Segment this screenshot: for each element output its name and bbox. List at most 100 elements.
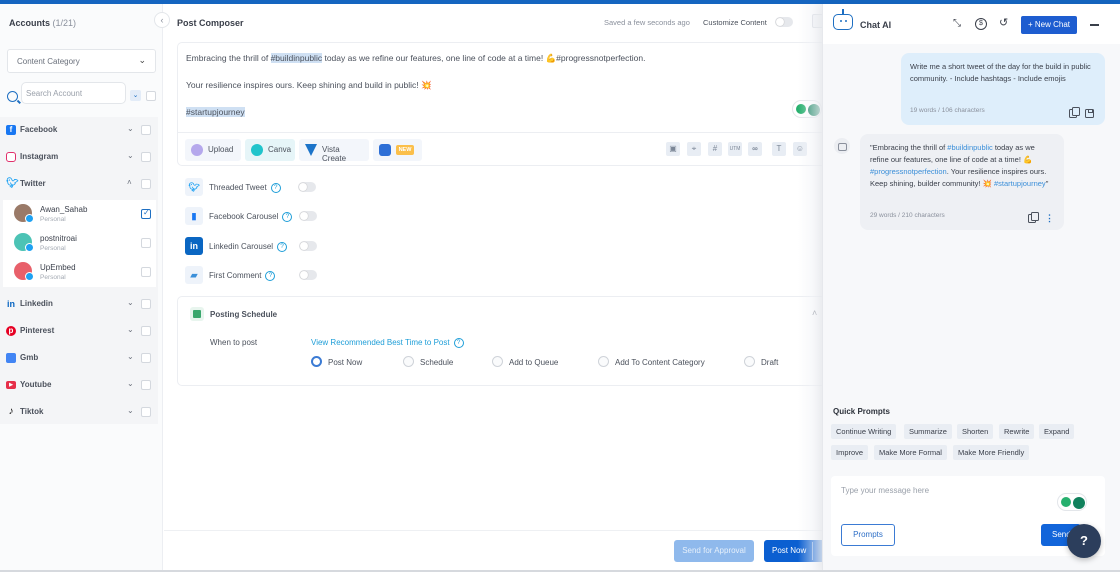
- save-icon[interactable]: [1085, 109, 1094, 118]
- platform-checkbox[interactable]: [141, 326, 151, 336]
- copy-icon[interactable]: [1069, 107, 1080, 118]
- help-icon[interactable]: ?: [277, 242, 288, 252]
- collapse-sidebar-button[interactable]: ‹: [154, 12, 170, 28]
- message-text: ": [1045, 179, 1049, 188]
- send-for-approval-button[interactable]: Send for Approval: [674, 540, 754, 562]
- help-icon[interactable]: ?: [282, 212, 293, 222]
- chevron-down-icon[interactable]: ⌄: [127, 298, 134, 307]
- search-account-input[interactable]: Search Account: [21, 82, 126, 104]
- platform-youtube[interactable]: ▶ Youtube ⌄: [0, 372, 158, 399]
- platform-checkbox[interactable]: [141, 407, 151, 417]
- upload-button[interactable]: Upload: [185, 139, 241, 161]
- first-comment-toggle[interactable]: [299, 270, 317, 280]
- customize-content-toggle[interactable]: [775, 17, 793, 27]
- quick-prompt-button[interactable]: Rewrite: [999, 424, 1035, 439]
- radio-indicator: [403, 356, 414, 367]
- canva-button[interactable]: Canva: [245, 139, 295, 161]
- chevron-up-icon[interactable]: ˄: [127, 178, 132, 187]
- chevron-down-icon[interactable]: ⌄: [127, 151, 134, 160]
- content-category-select[interactable]: Content Category ⌄: [7, 49, 156, 73]
- platform-checkbox[interactable]: [141, 152, 151, 162]
- accounts-count: (1/21): [52, 18, 77, 28]
- facebook-carousel-icon: ▮: [185, 207, 203, 225]
- chat-input[interactable]: Type your message here Prompts Send: [831, 476, 1105, 556]
- youtube-icon: ▶: [6, 381, 16, 389]
- account-name: Awan_Sahab: [40, 205, 88, 214]
- upload-cloud-icon: [191, 144, 203, 156]
- new-chat-button[interactable]: + New Chat: [1021, 16, 1077, 34]
- platform-tiktok[interactable]: ♪ Tiktok ⌄: [0, 399, 158, 426]
- copy-icon[interactable]: [1028, 212, 1039, 223]
- account-item[interactable]: postnitroai Personal: [3, 229, 156, 258]
- minimize-icon[interactable]: [1090, 24, 1099, 26]
- ai-generate-button[interactable]: NEW: [373, 139, 422, 161]
- help-icon[interactable]: ?: [270, 183, 281, 193]
- account-checkbox[interactable]: [141, 208, 151, 219]
- platform-pinterest[interactable]: p Pinterest ⌄: [0, 318, 158, 345]
- account-checkbox[interactable]: [141, 238, 151, 248]
- quick-prompt-button[interactable]: Improve: [831, 445, 869, 460]
- help-icon[interactable]: ?: [265, 271, 276, 281]
- hashtag-icon[interactable]: #: [708, 142, 722, 156]
- threaded-tweet-toggle[interactable]: [298, 182, 316, 192]
- quick-prompt-button[interactable]: Make More Formal: [874, 445, 947, 460]
- select-dropdown-icon[interactable]: ⌄: [130, 90, 141, 101]
- platform-instagram[interactable]: Instagram ⌄: [0, 144, 158, 171]
- account-item[interactable]: UpEmbed Personal: [3, 258, 156, 287]
- link-shortener-icon[interactable]: ∞: [748, 142, 762, 156]
- chevron-down-icon[interactable]: ⌄: [127, 406, 134, 415]
- linkedin-carousel-toggle[interactable]: [299, 241, 317, 251]
- chevron-down-icon[interactable]: ⌄: [127, 124, 134, 133]
- post-content-editor[interactable]: Embracing the thrill of #buildinpublic t…: [177, 42, 837, 132]
- help-icon[interactable]: ?: [453, 338, 464, 348]
- new-badge: NEW: [396, 145, 414, 155]
- platform-checkbox[interactable]: [141, 380, 151, 390]
- quick-prompt-button[interactable]: Shorten: [957, 424, 994, 439]
- location-icon[interactable]: ⌖: [687, 142, 701, 156]
- platform-checkbox[interactable]: [141, 179, 151, 189]
- chevron-down-icon[interactable]: ⌄: [127, 352, 134, 361]
- chat-ai-panel: Chat AI ⤡ $ ↺ + New Chat Write me a shor…: [822, 4, 1120, 572]
- platform-checkbox[interactable]: [141, 125, 151, 135]
- platform-gmb[interactable]: Gmb ⌄: [0, 345, 158, 372]
- help-button[interactable]: ?: [1067, 524, 1101, 558]
- platform-checkbox[interactable]: [141, 299, 151, 309]
- quick-prompt-button[interactable]: Continue Writing: [831, 424, 897, 439]
- recommended-time-link[interactable]: View Recommended Best Time to Post?: [311, 338, 464, 348]
- facebook-carousel-toggle[interactable]: [299, 211, 317, 221]
- platform-checkbox[interactable]: [141, 353, 151, 363]
- message-text: Write me a short tweet of the day for th…: [910, 62, 1091, 83]
- account-item[interactable]: Awan_Sahab Personal: [3, 200, 156, 229]
- expand-icon[interactable]: ⤡: [953, 18, 961, 29]
- history-icon[interactable]: ↺: [999, 16, 1008, 29]
- chat-title: Chat AI: [860, 20, 892, 30]
- twitter-badge-icon: [25, 243, 34, 252]
- vista-create-button[interactable]: Vista Create: [299, 139, 369, 163]
- platform-linkedin[interactable]: in Linkedin ⌄: [0, 291, 158, 318]
- chevron-down-icon: ⌄: [138, 55, 146, 65]
- radio-indicator: [744, 356, 755, 367]
- more-options-icon[interactable]: ⋮: [1045, 212, 1054, 224]
- quick-prompt-button[interactable]: Make More Friendly: [953, 445, 1030, 460]
- robot-icon: [379, 144, 391, 156]
- grammarly-icon: [1073, 497, 1085, 509]
- account-checkbox[interactable]: [141, 267, 151, 277]
- grammar-assistant-widget[interactable]: [1057, 493, 1087, 511]
- quick-prompt-button[interactable]: Summarize: [904, 424, 952, 439]
- text-format-icon[interactable]: T: [772, 142, 786, 156]
- chevron-down-icon[interactable]: ⌄: [127, 379, 134, 388]
- utm-icon[interactable]: UTM: [728, 142, 742, 156]
- prompts-button[interactable]: Prompts: [841, 524, 895, 546]
- comment-icon: ▰: [185, 266, 203, 284]
- select-all-checkbox[interactable]: [146, 91, 156, 101]
- radio-label: Post Now: [328, 358, 363, 367]
- platform-facebook[interactable]: f Facebook ⌄: [0, 117, 158, 144]
- credits-icon[interactable]: $: [975, 18, 987, 30]
- twitter-badge-icon: [25, 272, 34, 281]
- save-icon[interactable]: ▣: [666, 142, 680, 156]
- platform-twitter[interactable]: 🐦︎ Twitter ˄: [0, 171, 158, 198]
- platform-label: Gmb: [20, 353, 39, 362]
- quick-prompt-button[interactable]: Expand: [1039, 424, 1075, 439]
- chevron-down-icon[interactable]: ⌄: [127, 325, 134, 334]
- instagram-icon: [6, 152, 16, 162]
